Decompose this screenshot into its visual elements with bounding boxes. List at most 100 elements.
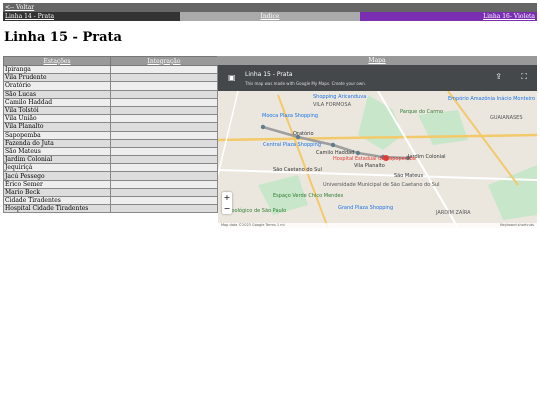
share-icon[interactable]: ⇪ bbox=[495, 72, 502, 81]
integration-cell bbox=[110, 187, 218, 198]
table-row: Vila União bbox=[3, 114, 218, 124]
integration-cell bbox=[110, 195, 218, 206]
map-title[interactable]: Linha 15 - Prata bbox=[245, 71, 293, 78]
table-row: Érico Semer bbox=[3, 179, 218, 189]
map-label: Central Plaza Shopping bbox=[263, 142, 322, 148]
table-row: Jequiriçá bbox=[3, 163, 218, 173]
nav-prev-cell: Linha 14 - Prata bbox=[3, 12, 180, 21]
keyboard-shortcuts-link[interactable]: Keyboard shortcuts bbox=[500, 223, 534, 228]
station-name: Ipiranga bbox=[3, 64, 111, 75]
station-name: Jacú Pessego bbox=[3, 171, 111, 181]
station-name: Jardim Colonial bbox=[3, 155, 111, 165]
integration-cell bbox=[110, 146, 218, 157]
table-row: São Mateus bbox=[3, 146, 218, 157]
map-label: Mooca Plaza Shopping bbox=[262, 113, 319, 119]
table-row: Ipiranga bbox=[3, 64, 218, 75]
header-stations[interactable]: Estações bbox=[3, 56, 111, 66]
zoom-control: + − bbox=[222, 192, 232, 214]
stations-table: Estações Integração Ipiranga Vila Pruden… bbox=[3, 56, 218, 214]
table-row: Jardim Colonial bbox=[3, 155, 218, 165]
map-label: São Caetano do Sul bbox=[273, 167, 322, 173]
map-label: Oratório bbox=[293, 131, 314, 137]
nav-index-cell: Índice bbox=[180, 12, 360, 21]
station-name: Oratório bbox=[3, 81, 111, 91]
integration-cell bbox=[110, 179, 218, 189]
integration-cell bbox=[110, 130, 218, 140]
table-row: Vila Prudente bbox=[3, 73, 218, 83]
embedded-map[interactable]: ▣ Linha 15 - Prata This map was made wit… bbox=[218, 65, 537, 228]
station-name: Mario Beck bbox=[3, 187, 111, 198]
station-name: Fazenda do Juta bbox=[3, 138, 111, 148]
map-subtitle: This map was made with Google My Maps. C… bbox=[245, 81, 366, 86]
fullscreen-icon[interactable]: ⛶ bbox=[521, 72, 527, 82]
table-row: Fazenda do Juta bbox=[3, 138, 218, 148]
table-row: Jacú Pessego bbox=[3, 171, 218, 181]
integration-cell bbox=[110, 89, 218, 99]
table-row: São Lucas bbox=[3, 89, 218, 99]
map-label: Grand Plaza Shopping bbox=[338, 205, 394, 211]
station-name: São Lucas bbox=[3, 89, 111, 99]
map-label: Empório Amazônia Inácio Monteiro bbox=[448, 96, 536, 102]
integration-cell bbox=[110, 105, 218, 116]
map-label: São Mateus bbox=[394, 173, 424, 179]
map-label: Zoológico de São Paulo bbox=[228, 208, 287, 214]
map-layers-icon[interactable]: ▣ bbox=[228, 73, 236, 82]
top-bar: <-- Voltar bbox=[3, 3, 537, 12]
station-name: Cidade Tiradentes bbox=[3, 195, 111, 206]
integration-cell bbox=[110, 138, 218, 148]
zoom-out-button[interactable]: − bbox=[222, 203, 232, 214]
table-row: Vila Planalto bbox=[3, 122, 218, 132]
integration-cell bbox=[110, 171, 218, 181]
map-label: JARDIM ZAÍRA bbox=[436, 210, 471, 216]
station-name: Érico Semer bbox=[3, 179, 111, 189]
map-label: Espaço Verde Chico Mendes bbox=[273, 193, 344, 199]
line-navigation: Linha 14 - Prata Índice Linha 16- Violet… bbox=[3, 12, 537, 21]
integration-cell bbox=[110, 155, 218, 165]
table-row: Cidade Tiradentes bbox=[3, 195, 218, 206]
station-name: Camilo Haddad bbox=[3, 97, 111, 107]
header-integration[interactable]: Integração bbox=[110, 56, 218, 66]
map-label: Shopping Aricanduva bbox=[313, 94, 367, 100]
map-label: VILA FORMOSA bbox=[313, 102, 352, 108]
zoom-in-button[interactable]: + bbox=[222, 192, 232, 203]
table-row: Vila Tolstói bbox=[3, 105, 218, 116]
map-label: Universidade Municipal de São Caetano do… bbox=[323, 182, 440, 188]
map-header[interactable]: Mapa bbox=[217, 56, 537, 65]
integration-cell bbox=[110, 163, 218, 173]
prev-line-link[interactable]: Linha 14 - Prata bbox=[5, 13, 54, 20]
integration-cell bbox=[110, 97, 218, 107]
station-marker[interactable] bbox=[355, 150, 361, 156]
back-link[interactable]: <-- Voltar bbox=[5, 4, 34, 11]
station-name: Sapopemba bbox=[3, 130, 111, 140]
integration-cell bbox=[110, 114, 218, 124]
map-label: GUAIANASES bbox=[490, 115, 523, 121]
table-row: Hospital Cidade Tiradentes bbox=[3, 204, 218, 214]
integration-cell bbox=[110, 73, 218, 83]
station-name: Hospital Cidade Tiradentes bbox=[3, 204, 111, 214]
integration-cell bbox=[110, 204, 218, 214]
integration-cell bbox=[110, 81, 218, 91]
station-name: Vila Prudente bbox=[3, 73, 111, 83]
station-marker[interactable] bbox=[260, 124, 266, 130]
station-name: Vila União bbox=[3, 114, 111, 124]
map-label: Parque do Carmo bbox=[400, 109, 444, 115]
station-marker[interactable] bbox=[330, 142, 336, 148]
map-footer: Map data ©2023 Google Terms 1 mi Keyboar… bbox=[218, 223, 537, 228]
map-label: Vila Planalto bbox=[354, 163, 385, 169]
table-row: Sapopemba bbox=[3, 130, 218, 140]
station-name: Vila Planalto bbox=[3, 122, 111, 132]
integration-cell bbox=[110, 64, 218, 75]
map-title-bar: ▣ Linha 15 - Prata This map was made wit… bbox=[218, 65, 537, 91]
table-row: Mario Beck bbox=[3, 187, 218, 198]
map-label: Hospital Estadual de Sapopemba bbox=[333, 156, 416, 162]
index-link[interactable]: Índice bbox=[261, 13, 280, 20]
integration-cell bbox=[110, 122, 218, 132]
nav-next-cell: Linha 16- Violeta bbox=[360, 12, 537, 21]
table-row: Camilo Haddad bbox=[3, 97, 218, 107]
station-name: Jequiriçá bbox=[3, 163, 111, 173]
map-attribution[interactable]: Map data ©2023 Google Terms 1 mi bbox=[218, 223, 285, 227]
page-title: Linha 15 - Prata bbox=[4, 30, 122, 45]
station-name: São Mateus bbox=[3, 146, 111, 157]
table-row: Oratório bbox=[3, 81, 218, 91]
next-line-link[interactable]: Linha 16- Violeta bbox=[483, 13, 535, 20]
